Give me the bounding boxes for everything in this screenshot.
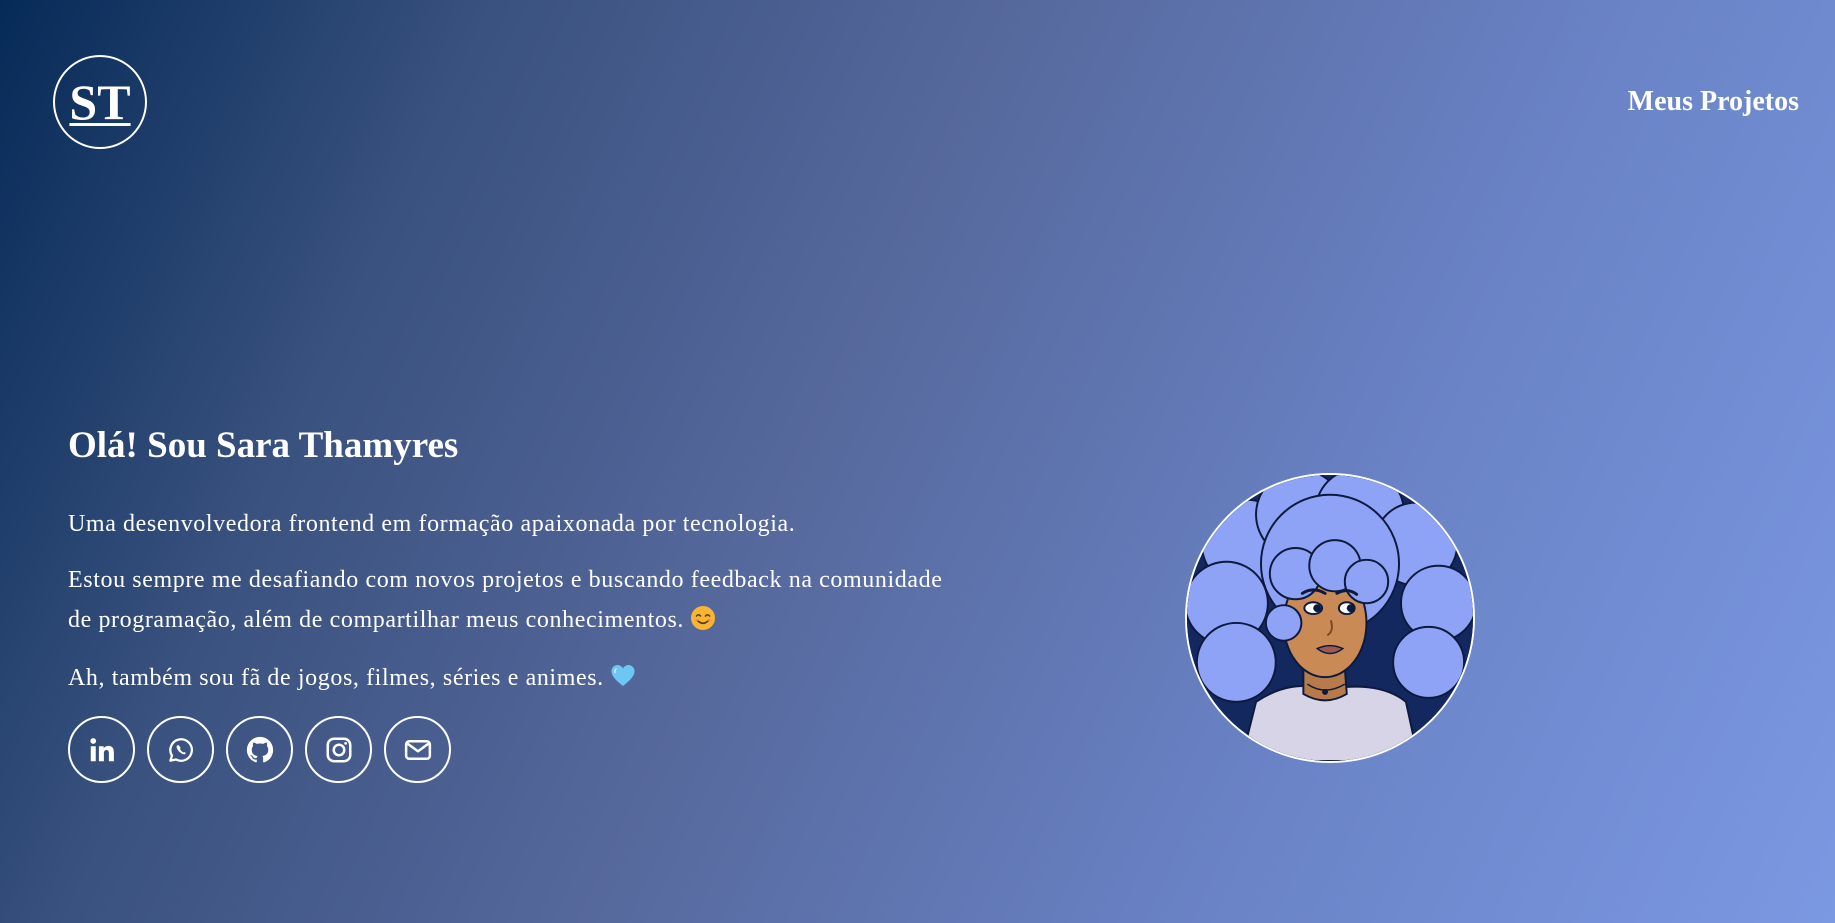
instagram-icon bbox=[326, 737, 351, 763]
blue-heart-emoji-icon bbox=[611, 665, 635, 687]
linkedin-button[interactable] bbox=[68, 716, 135, 784]
whatsapp-button[interactable] bbox=[147, 716, 214, 784]
intro-section: Olá! Sou Sara Thamyres Uma desenvolvedor… bbox=[68, 424, 968, 784]
social-links bbox=[68, 716, 968, 784]
logo-text: ST bbox=[69, 74, 131, 130]
github-icon bbox=[246, 736, 273, 763]
intro-paragraph-3: Ah, também sou fã de jogos, filmes, séri… bbox=[68, 658, 958, 698]
email-icon bbox=[404, 739, 431, 760]
profile-illustration bbox=[1187, 475, 1473, 761]
whatsapp-icon bbox=[168, 738, 193, 762]
smiling-face-emoji-icon bbox=[691, 606, 716, 631]
linkedin-icon bbox=[89, 738, 114, 762]
email-button[interactable] bbox=[384, 716, 451, 784]
page-title: Olá! Sou Sara Thamyres bbox=[68, 425, 459, 466]
intro-paragraph-1: Uma desenvolvedora frontend em formação … bbox=[68, 511, 796, 538]
logo[interactable]: ST bbox=[53, 55, 147, 149]
github-button[interactable] bbox=[226, 716, 293, 784]
profile-avatar bbox=[1185, 473, 1475, 763]
nav-link-meus-projetos[interactable]: Meus Projetos bbox=[1628, 86, 1799, 118]
intro-paragraph-2: Estou sempre me desafiando com novos pro… bbox=[68, 567, 943, 634]
instagram-button[interactable] bbox=[305, 716, 372, 784]
